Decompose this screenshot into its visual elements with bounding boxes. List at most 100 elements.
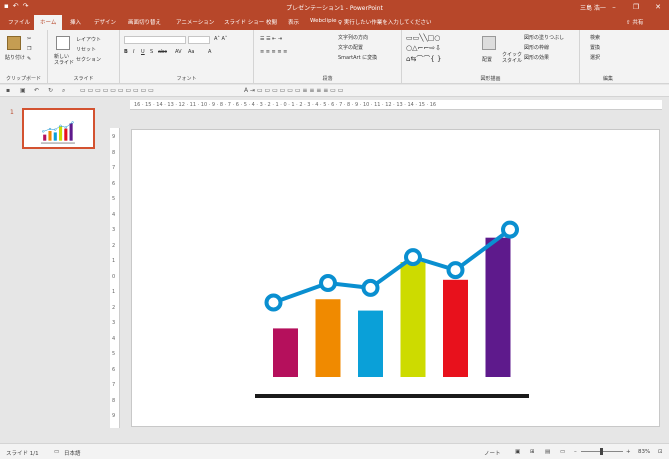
quick-style-button[interactable]: クイック スタイル xyxy=(502,52,522,64)
paste-button[interactable]: 貼り付け xyxy=(5,54,25,61)
tab-insert[interactable]: 挿入 xyxy=(70,18,81,26)
restore-button[interactable]: ❐ xyxy=(625,0,647,14)
sorter-view-icon[interactable]: ⊞ xyxy=(530,449,535,455)
status-bar: スライド 1/1 ▭ 日本語 ノート ▣ ⊞ ▤ ▭ – + 83% ⊡ xyxy=(0,443,669,459)
toolbar-format-icon[interactable]: A ⇥ ▭ ▭ ▭ ▭ ▭ ▭ ≡ ≡ ≡ ≡ ▭ ▭ xyxy=(244,87,343,94)
smartart-button[interactable]: SmartArt に変換 xyxy=(338,54,377,61)
strikethrough-button[interactable]: abc xyxy=(158,49,167,55)
spell-check-icon[interactable]: ▭ xyxy=(54,449,59,455)
tab-slideshow[interactable]: スライド ショー xyxy=(224,18,264,26)
ribbon: 貼り付け ✂ ❐ ✎ クリップボード 新しい スライド レイアウト リセット セ… xyxy=(0,30,669,84)
new-slide-icon[interactable] xyxy=(56,36,70,50)
slideshow-view-icon[interactable]: ▭ xyxy=(560,449,565,455)
arrange-icon[interactable] xyxy=(482,36,496,50)
layout-button[interactable]: レイアウト xyxy=(76,36,101,43)
slide-canvas[interactable] xyxy=(131,129,660,427)
text-direction-button[interactable]: 文字列の方向 xyxy=(338,34,368,41)
zoom-slider-thumb[interactable] xyxy=(600,448,603,455)
copy-icon[interactable]: ❐ xyxy=(27,46,31,52)
new-slide-button[interactable]: 新しい スライド xyxy=(54,54,74,66)
trend-point xyxy=(54,128,57,131)
slide-thumbnail[interactable] xyxy=(22,108,95,149)
tab-animations[interactable]: アニメーション xyxy=(176,18,214,26)
shape-effect-button[interactable]: 図形の効果 xyxy=(524,54,549,61)
chart[interactable] xyxy=(132,130,661,428)
format-painter-icon[interactable]: ✎ xyxy=(27,56,31,62)
bold-button[interactable]: B xyxy=(124,49,128,55)
bar xyxy=(64,128,68,141)
arrange-button[interactable]: 配置 xyxy=(482,56,492,63)
tab-design[interactable]: デザイン xyxy=(94,18,116,26)
editing-label: 編集 xyxy=(602,76,613,82)
drawing-label: 図形描画 xyxy=(480,76,501,82)
trend-point xyxy=(264,293,283,312)
bar xyxy=(485,237,511,377)
replace-button[interactable]: 置換 xyxy=(590,44,600,51)
vertical-ruler-label: 4 xyxy=(112,211,116,218)
section-button[interactable]: セクション xyxy=(76,56,101,63)
zoom-level[interactable]: 83% xyxy=(638,449,650,455)
bar xyxy=(315,299,341,377)
shape-outline-button[interactable]: 図形の枠線 xyxy=(524,44,549,51)
undo-icon[interactable]: ↶ xyxy=(34,87,39,94)
tab-home[interactable]: ホーム xyxy=(34,15,63,30)
align-text-button[interactable]: 文字の配置 xyxy=(338,44,363,51)
notes-button[interactable]: ノート xyxy=(484,449,501,457)
vertical-ruler-label: 4 xyxy=(112,335,116,342)
bar xyxy=(443,279,468,377)
bar xyxy=(400,261,426,377)
change-case-button[interactable]: Aa xyxy=(188,49,194,55)
trend-line xyxy=(43,122,73,132)
find-button[interactable]: 検索 xyxy=(590,34,600,41)
trend-point xyxy=(404,248,422,267)
close-button[interactable]: ✕ xyxy=(647,0,669,14)
font-size-combo[interactable] xyxy=(188,36,210,44)
select-button[interactable]: 選択 xyxy=(590,54,600,61)
char-spacing-button[interactable]: AV xyxy=(175,49,182,55)
trend-line xyxy=(272,227,512,305)
bar xyxy=(69,123,73,141)
italic-button[interactable]: I xyxy=(133,49,134,55)
tell-me-search[interactable]: ♀ 実行したい作業を入力してください xyxy=(338,18,431,26)
font-grow-icon[interactable]: A˄ A˅ xyxy=(214,36,227,42)
underline-button[interactable]: U xyxy=(141,49,145,55)
shape-fill-button[interactable]: 図形の塗りつぶし xyxy=(524,34,564,41)
reading-view-icon[interactable]: ▤ xyxy=(545,449,550,455)
reset-button[interactable]: リセット xyxy=(76,46,96,53)
normal-view-icon[interactable]: ▣ xyxy=(515,449,520,455)
cut-icon[interactable]: ✂ xyxy=(27,36,31,42)
shapes-gallery-row-3[interactable]: ⌂⇆⌒⌒{ } xyxy=(406,54,441,64)
thumbnail-pane: 1 xyxy=(0,97,100,443)
bar xyxy=(48,131,52,141)
vertical-ruler-label: 1 xyxy=(112,289,116,295)
zoom-in-button[interactable]: + xyxy=(626,449,631,455)
bullets-icon[interactable]: ☰ ☰ ⇤ ⇥ xyxy=(260,36,282,42)
vertical-ruler-label: 6 xyxy=(112,366,116,373)
thumbnail-chart xyxy=(40,121,75,144)
save-icon[interactable]: ▪ xyxy=(6,87,10,94)
minimize-button[interactable]: – xyxy=(603,0,625,14)
shapes-gallery-row-2[interactable]: ○△⌐⌐⇨⇩ xyxy=(406,44,441,52)
paragraph-label: 段落 xyxy=(322,76,333,82)
font-name-combo[interactable] xyxy=(124,36,186,44)
zoom-out-button[interactable]: – xyxy=(574,449,577,455)
shadow-button[interactable]: S xyxy=(150,49,153,55)
shapes-gallery[interactable]: ▭▭╲╲□○ xyxy=(406,34,440,42)
fit-slide-icon[interactable]: ⊡ xyxy=(658,449,663,455)
slideshow-icon[interactable]: ▣ xyxy=(20,87,26,94)
share-button[interactable]: ⇧ 共有 xyxy=(626,18,643,26)
tab-transitions[interactable]: 画面切り替え xyxy=(128,18,161,26)
font-color-button[interactable]: A xyxy=(208,49,211,55)
toolbar-shapes-icon[interactable]: ▭ ▭ ▭ ▭ ▭ ▭ ▭ ▭ ▭ ▭ xyxy=(80,87,154,94)
tab-review[interactable]: 校閲 xyxy=(266,18,277,26)
tab-webclipie[interactable]: Webclipie xyxy=(310,18,336,24)
align-icon[interactable]: ≡ ≡ ≡ ≡ ≡ xyxy=(260,49,287,55)
tab-view[interactable]: 表示 xyxy=(288,18,299,26)
tab-file[interactable]: ファイル xyxy=(8,18,30,26)
redo-icon[interactable]: ↻ xyxy=(48,87,53,94)
preview-icon[interactable]: ⌕ xyxy=(62,87,65,95)
paste-icon[interactable] xyxy=(7,36,21,50)
font-group: A˄ A˅ B I U S abc AV Aa A フォント xyxy=(120,30,254,84)
slide-number: 1 xyxy=(10,109,14,116)
language-indicator[interactable]: 日本語 xyxy=(64,449,81,457)
